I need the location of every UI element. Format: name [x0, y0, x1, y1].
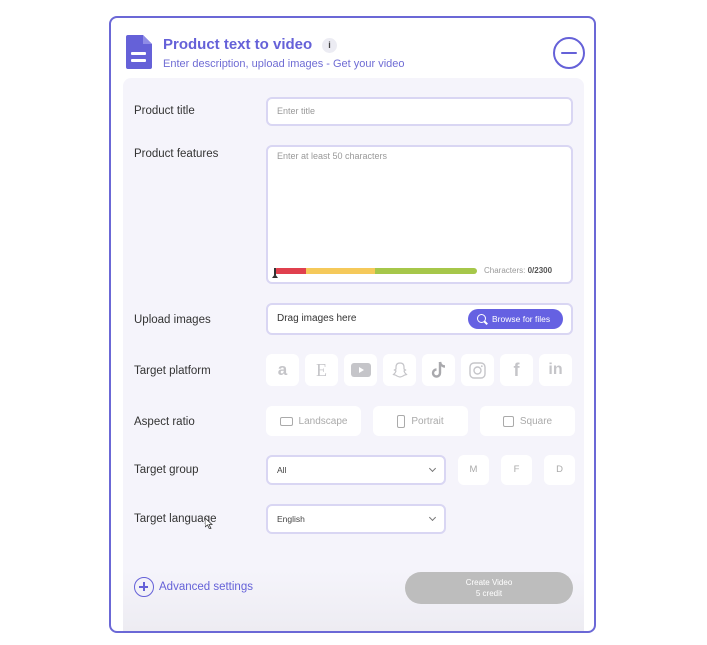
progress-segment-green	[375, 268, 477, 274]
facebook-icon[interactable]: f	[500, 354, 533, 386]
info-icon[interactable]: i	[322, 38, 337, 53]
aspect-ratio-options: Landscape Portrait Square	[266, 406, 575, 436]
collapse-minus-icon[interactable]	[553, 37, 585, 69]
browse-files-button[interactable]: Browse for files	[468, 309, 563, 329]
target-language-select[interactable]: English	[266, 504, 446, 534]
target-group-select[interactable]: All	[266, 455, 446, 485]
tiktok-glyph	[431, 361, 445, 378]
product-features-textarea[interactable]: Enter at least 50 characters Characters:…	[266, 145, 573, 284]
target-group-value: All	[277, 465, 287, 475]
aspect-ratio-label: Aspect ratio	[134, 416, 195, 428]
target-language-value: English	[277, 514, 305, 524]
product-title-input[interactable]: Enter title	[266, 97, 573, 126]
youtube-icon[interactable]	[344, 354, 377, 386]
page-subtitle: Enter description, upload images - Get y…	[163, 58, 405, 70]
progress-segment-yellow	[306, 268, 376, 274]
platform-list: a E f in	[266, 354, 572, 386]
gender-options: M F D	[458, 455, 575, 485]
etsy-icon[interactable]: E	[305, 354, 338, 386]
page-title: Product text to video	[163, 36, 313, 53]
snapchat-glyph	[391, 362, 408, 378]
square-icon	[502, 415, 514, 427]
product-features-label: Product features	[134, 148, 219, 160]
panel-header: Product text to video i Enter descriptio…	[111, 18, 594, 78]
create-video-button[interactable]: Create Video 5 credit	[405, 572, 573, 604]
aspect-landscape-button[interactable]: Landscape	[266, 406, 361, 436]
amazon-icon[interactable]: a	[266, 354, 299, 386]
create-video-label: Create Video	[465, 578, 513, 587]
target-group-label: Target group	[134, 464, 199, 476]
aspect-square-label: Square	[519, 415, 553, 427]
progress-segment-red	[274, 268, 307, 274]
landscape-icon	[279, 416, 293, 426]
instagram-icon[interactable]	[461, 354, 494, 386]
search-icon	[477, 314, 486, 323]
credit-cost-label: 5 credit	[475, 589, 503, 598]
aspect-portrait-label: Portrait	[411, 415, 444, 427]
snapchat-icon[interactable]	[383, 354, 416, 386]
upload-dropzone[interactable]: Drag images here Browse for files	[266, 303, 573, 335]
progress-marker-icon	[272, 268, 278, 278]
advanced-settings-toggle[interactable]: Advanced settings	[134, 577, 253, 597]
youtube-glyph	[350, 363, 371, 377]
instagram-glyph	[469, 361, 486, 379]
portrait-icon	[397, 414, 406, 428]
form-area: Product title Enter title Product featur…	[123, 78, 584, 631]
linkedin-icon[interactable]: in	[539, 354, 572, 386]
aspect-landscape-label: Landscape	[298, 415, 348, 427]
chevron-down-icon	[428, 464, 437, 473]
product-title-label: Product title	[134, 105, 195, 117]
tiktok-icon[interactable]	[422, 354, 455, 386]
gender-diverse-button[interactable]: D	[544, 455, 575, 485]
plus-circle-icon	[134, 577, 154, 597]
aspect-square-button[interactable]: Square	[480, 406, 575, 436]
advanced-settings-label: Advanced settings	[159, 581, 253, 593]
upload-images-label: Upload images	[134, 314, 211, 326]
product-text-to-video-panel: Product text to video i Enter descriptio…	[109, 16, 596, 633]
chevron-down-icon	[428, 513, 437, 522]
character-counter-value: 0/2300	[527, 266, 553, 275]
document-icon	[126, 35, 152, 69]
target-platform-label: Target platform	[134, 365, 211, 377]
quality-progress-bar	[274, 268, 477, 274]
character-counter-label: Characters:	[484, 266, 526, 275]
aspect-portrait-button[interactable]: Portrait	[373, 406, 468, 436]
drop-text: Drag images here	[277, 313, 357, 324]
browse-files-label: Browse for files	[492, 314, 551, 324]
mouse-cursor-icon	[205, 518, 213, 529]
product-features-placeholder: Enter at least 50 characters	[277, 151, 388, 161]
character-counter: Characters: 0/2300	[484, 266, 552, 275]
gender-male-button[interactable]: M	[458, 455, 489, 485]
gender-female-button[interactable]: F	[501, 455, 532, 485]
